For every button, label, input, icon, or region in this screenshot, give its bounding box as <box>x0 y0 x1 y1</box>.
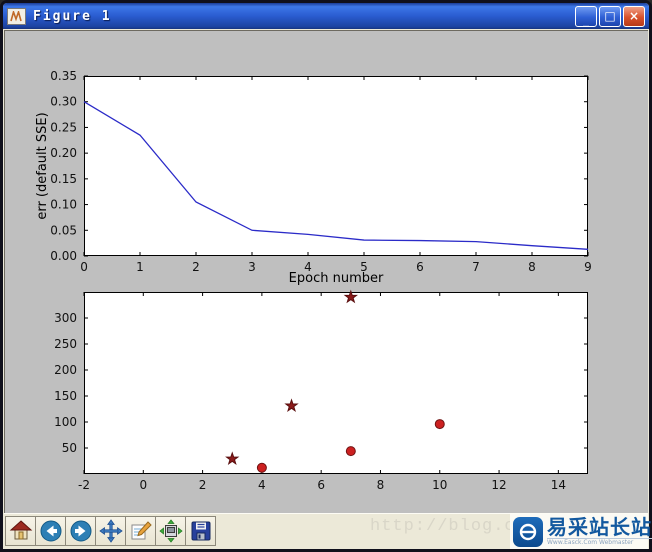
svg-text:14: 14 <box>551 478 566 492</box>
pan-button[interactable] <box>95 516 126 546</box>
svg-text:0: 0 <box>139 478 147 492</box>
svg-text:150: 150 <box>54 389 77 403</box>
svg-text:6: 6 <box>317 478 325 492</box>
easck-logo-icon <box>513 516 543 547</box>
back-arrow-icon <box>40 520 61 542</box>
top-plot-ylabel: err (default SSE) <box>35 112 50 220</box>
title-bar[interactable]: Figure 1 _ □ × <box>3 3 649 29</box>
svg-text:0.20: 0.20 <box>50 146 77 160</box>
matplotlib-app-icon <box>7 7 26 25</box>
navigation-toolbar: http://blog.csd 易采站长站 Www.Easck.Com Webm… <box>4 513 652 549</box>
home-icon <box>9 520 32 540</box>
svg-text:12: 12 <box>491 478 506 492</box>
home-button[interactable] <box>5 516 36 546</box>
window-title: Figure 1 <box>33 8 112 24</box>
save-floppy-icon <box>191 521 210 541</box>
figure-canvas: err (default SSE) 0 1 2 3 4 5 6 7 8 9 0.00 0.05 0.10… <box>4 30 648 517</box>
easck-logo-title: 易采站长站 <box>547 515 652 539</box>
svg-text:100: 100 <box>54 415 77 429</box>
top-plot-xlabel: Epoch number <box>288 271 384 286</box>
svg-text:4: 4 <box>258 478 266 492</box>
zoom-to-rect-button[interactable] <box>125 516 156 546</box>
easck-logo: 易采站长站 Www.Easck.Com Webmaster <box>510 514 652 549</box>
save-button[interactable] <box>185 516 216 546</box>
pan-arrows-icon <box>98 519 123 543</box>
top-plot-axes: 0 1 2 3 4 5 6 7 8 9 0.00 0.05 0.10 0.15 0.20 0.25 0.30 0.… <box>50 69 592 274</box>
svg-text:250: 250 <box>54 337 77 351</box>
back-button[interactable] <box>35 516 66 546</box>
svg-text:0.35: 0.35 <box>50 69 77 83</box>
svg-text:0.15: 0.15 <box>50 172 77 186</box>
maximize-button[interactable]: □ <box>599 5 621 27</box>
bottom-plot-axes: -2 0 2 4 6 8 10 12 14 50 100 150 200 250 300 <box>54 289 588 492</box>
svg-text:50: 50 <box>62 441 77 455</box>
configure-subplots-button[interactable] <box>155 516 186 546</box>
zoom-rect-pencil-icon <box>131 521 152 540</box>
close-button[interactable]: × <box>623 5 645 27</box>
svg-text:0.30: 0.30 <box>50 95 77 109</box>
figure-window: Figure 1 _ □ × err (default SSE) 0123456… <box>0 0 652 552</box>
svg-text:8: 8 <box>377 478 385 492</box>
subplots-config-icon <box>158 519 183 543</box>
easck-logo-subtitle: Www.Easck.Com Webmaster <box>547 538 652 546</box>
svg-text:300: 300 <box>54 311 77 325</box>
svg-text:10: 10 <box>432 478 447 492</box>
forward-arrow-icon <box>70 520 91 542</box>
svg-text:-2: -2 <box>78 478 90 492</box>
minimize-button[interactable]: _ <box>575 5 597 27</box>
svg-text:2: 2 <box>199 478 207 492</box>
svg-text:0.05: 0.05 <box>50 223 77 237</box>
svg-text:0.10: 0.10 <box>50 198 77 212</box>
svg-text:0.00: 0.00 <box>50 249 77 263</box>
svg-text:200: 200 <box>54 363 77 377</box>
forward-button[interactable] <box>65 516 96 546</box>
svg-text:0.25: 0.25 <box>50 120 77 134</box>
